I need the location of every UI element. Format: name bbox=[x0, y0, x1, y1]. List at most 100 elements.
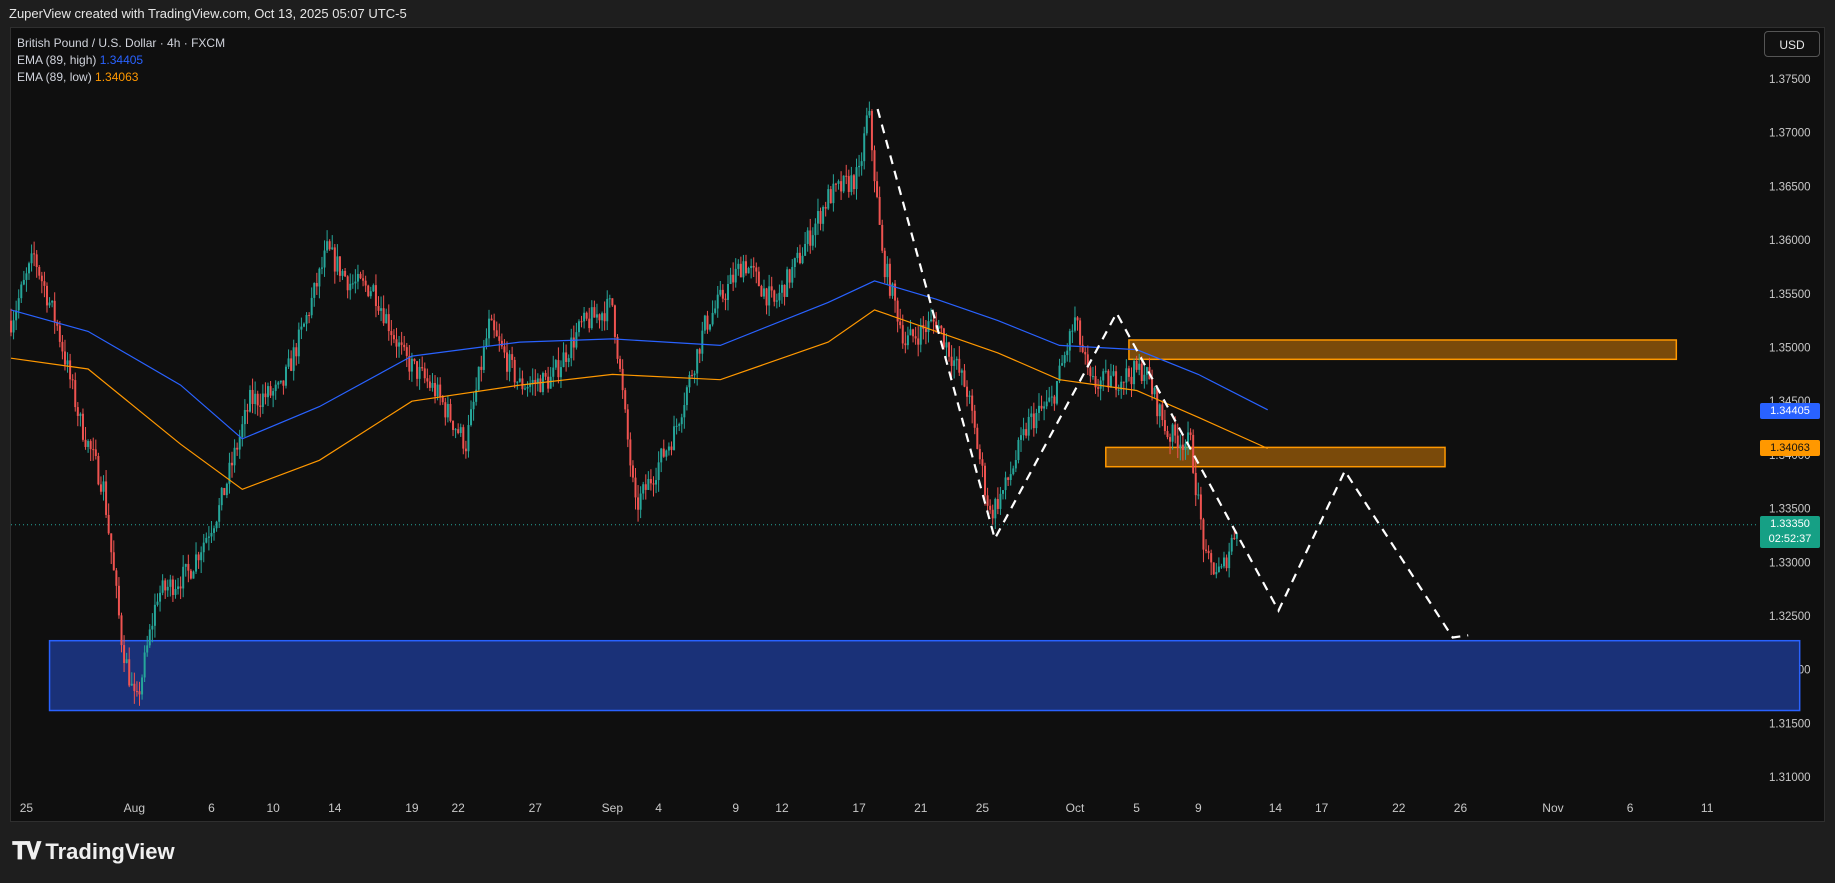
candle-body bbox=[873, 150, 876, 182]
candlestick-chart[interactable]: 1.37500 1.37000 1.36500 1.36000 1.35500 1.350… bbox=[0, 0, 1835, 883]
candle-body bbox=[1112, 371, 1115, 376]
candle-body bbox=[706, 315, 709, 330]
candle-body bbox=[1171, 424, 1174, 442]
candle-body bbox=[151, 625, 154, 630]
candle-body bbox=[513, 359, 516, 383]
candle-body bbox=[824, 206, 827, 209]
candle-body bbox=[780, 284, 783, 293]
candle-body bbox=[356, 273, 359, 282]
ema-high-legend[interactable]: EMA (89, high) 1.34405 bbox=[17, 52, 225, 69]
candle-body bbox=[750, 265, 753, 269]
ema-low-legend[interactable]: EMA (89, low) 1.34063 bbox=[17, 69, 225, 86]
candle-body bbox=[392, 335, 395, 340]
candle-body bbox=[1055, 381, 1058, 404]
candle-body bbox=[834, 183, 837, 185]
currency-button[interactable]: USD bbox=[1764, 31, 1820, 57]
candle-body bbox=[320, 267, 323, 269]
candle-body bbox=[760, 286, 763, 297]
candle-body bbox=[161, 580, 164, 593]
candle-body bbox=[351, 283, 354, 285]
candle-body bbox=[99, 484, 102, 492]
candle-body bbox=[153, 604, 156, 626]
candle-body bbox=[441, 397, 444, 403]
candle-body bbox=[788, 269, 791, 283]
candle-body bbox=[673, 426, 676, 450]
y-tick-label: 1.37000 bbox=[1769, 128, 1811, 140]
candle-body bbox=[372, 285, 375, 292]
candle-body bbox=[698, 349, 701, 354]
candle-body bbox=[883, 250, 886, 278]
last-price-text: 1.33350 bbox=[1770, 517, 1810, 530]
candle-body bbox=[1199, 494, 1202, 520]
x-tick-label: Nov bbox=[1542, 801, 1563, 815]
candle-body bbox=[711, 312, 714, 325]
candle-body bbox=[649, 479, 652, 484]
candle-body bbox=[1004, 477, 1007, 491]
ema-high-price-text: 1.34405 bbox=[1770, 405, 1810, 418]
candle-body bbox=[45, 285, 48, 306]
candle-body bbox=[243, 410, 246, 425]
candle-body bbox=[493, 320, 496, 331]
supply-zone bbox=[1105, 446, 1446, 468]
candle-body bbox=[716, 294, 719, 309]
candle-body bbox=[1145, 367, 1148, 375]
candle-body bbox=[362, 278, 365, 281]
candle-body bbox=[223, 487, 226, 496]
candle-body bbox=[1215, 572, 1218, 575]
candle-body bbox=[61, 341, 64, 352]
candle-body bbox=[567, 358, 570, 362]
candle-body bbox=[1194, 472, 1197, 496]
candle-body bbox=[611, 298, 614, 306]
candle-body bbox=[380, 308, 383, 311]
x-tick-label: 9 bbox=[1195, 801, 1202, 815]
candle-body bbox=[261, 393, 264, 407]
candle-body bbox=[1176, 435, 1179, 449]
candle-body bbox=[459, 427, 462, 434]
candle-body bbox=[876, 181, 879, 197]
candle-body bbox=[485, 338, 488, 347]
candle-body bbox=[115, 570, 118, 586]
candle-body bbox=[850, 175, 853, 192]
candle-body bbox=[680, 417, 683, 425]
x-tick-label: 17 bbox=[852, 801, 866, 815]
x-tick-label: 21 bbox=[914, 801, 928, 815]
candle-body bbox=[472, 401, 475, 410]
candle-body bbox=[613, 305, 616, 337]
candle-body bbox=[1223, 557, 1226, 567]
candle-body bbox=[1081, 344, 1084, 352]
candle-body bbox=[886, 263, 889, 278]
candle-body bbox=[218, 505, 221, 522]
candle-body bbox=[225, 483, 228, 496]
candle-body bbox=[434, 382, 437, 397]
candle-body bbox=[544, 373, 547, 377]
candle-body bbox=[583, 312, 586, 322]
candle-body bbox=[313, 283, 316, 298]
candle-body bbox=[323, 250, 326, 268]
candle-body bbox=[619, 358, 622, 369]
tradingview-logo[interactable]: 𝐓𝐕 TradingView bbox=[12, 838, 175, 866]
candle-body bbox=[1220, 566, 1223, 568]
candle-body bbox=[639, 493, 642, 510]
candle-body bbox=[1007, 477, 1010, 480]
candle-body bbox=[457, 429, 460, 434]
candle-body bbox=[1189, 432, 1192, 435]
candle-body bbox=[1032, 413, 1035, 429]
candle-body bbox=[860, 161, 863, 166]
candle-body bbox=[84, 439, 87, 447]
candle-body bbox=[236, 447, 239, 450]
candle-body bbox=[665, 450, 668, 457]
candle-body bbox=[133, 683, 136, 692]
candle-body bbox=[1151, 379, 1154, 395]
candle-body bbox=[1089, 367, 1092, 377]
candle-body bbox=[1163, 420, 1166, 432]
candle-body bbox=[71, 379, 74, 381]
candle-body bbox=[1130, 376, 1133, 385]
candle-body bbox=[554, 360, 557, 368]
candle-body bbox=[105, 481, 108, 515]
candle-body bbox=[580, 321, 583, 323]
candle-body bbox=[398, 342, 401, 347]
candle-body bbox=[341, 270, 344, 276]
candle-body bbox=[1143, 374, 1146, 381]
candle-body bbox=[603, 313, 606, 322]
candle-body bbox=[752, 265, 755, 268]
